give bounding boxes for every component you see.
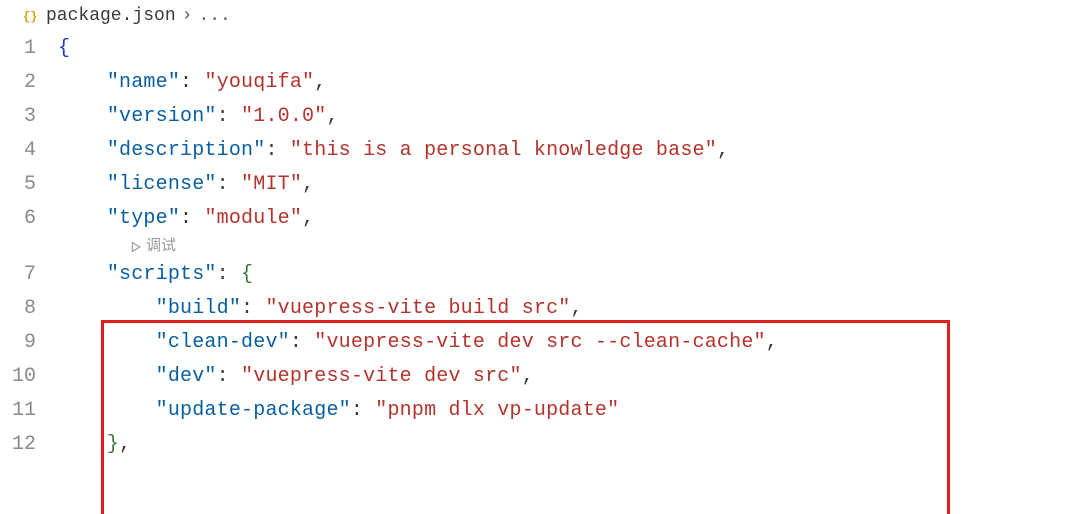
brace-open: { [58,37,70,60]
line-number: 10 [0,360,58,394]
json-key: "description" [107,139,266,162]
code-line[interactable]: 4 "description": "this is a personal kno… [0,134,1082,168]
codelens[interactable]: 调试 [0,236,1082,258]
breadcrumb-filename[interactable]: package.json [46,6,176,26]
json-key: "scripts" [107,263,217,286]
line-number: 3 [0,100,58,134]
json-key: "clean-dev" [156,331,290,354]
json-string: "pnpm dlx vp-update" [375,399,619,422]
line-number: 2 [0,66,58,100]
json-string: "1.0.0" [241,105,326,128]
code-line[interactable]: 9 "clean-dev": "vuepress-vite dev src --… [0,326,1082,360]
line-number: 4 [0,134,58,168]
json-key: "name" [107,71,180,94]
line-number: 6 [0,202,58,236]
line-number: 8 [0,292,58,326]
code-line[interactable]: 8 "build": "vuepress-vite build src", [0,292,1082,326]
json-key: "dev" [156,365,217,388]
json-string: "MIT" [241,173,302,196]
codelens-label[interactable]: 调试 [146,234,176,260]
code-line[interactable]: 11 "update-package": "pnpm dlx vp-update… [0,394,1082,428]
json-key: "license" [107,173,217,196]
json-key: "type" [107,207,180,230]
json-string: "vuepress-vite build src" [265,297,570,320]
json-file-icon: {} [22,7,40,25]
json-string: "youqifa" [204,71,314,94]
line-number: 12 [0,428,58,462]
line-number: 1 [0,32,58,66]
brace-close: } [107,433,119,456]
json-string: "vuepress-vite dev src" [241,365,522,388]
line-number: 11 [0,394,58,428]
brace-open: { [241,263,253,286]
code-line[interactable]: 10 "dev": "vuepress-vite dev src", [0,360,1082,394]
json-key: "build" [156,297,241,320]
svg-text:{}: {} [23,10,37,24]
json-string: "this is a personal knowledge base" [290,139,717,162]
code-editor[interactable]: 1 { 2 "name": "youqifa", 3 "version": "1… [0,32,1082,462]
code-line[interactable]: 6 "type": "module", [0,202,1082,236]
code-line[interactable]: 7 "scripts": { [0,258,1082,292]
json-string: "module" [204,207,302,230]
breadcrumb[interactable]: {} package.json › ... [0,0,1082,32]
line-number: 9 [0,326,58,360]
code-line[interactable]: 3 "version": "1.0.0", [0,100,1082,134]
line-number: 7 [0,258,58,292]
json-key: "update-package" [156,399,351,422]
chevron-right-icon: › [182,6,193,26]
code-line[interactable]: 12 }, [0,428,1082,462]
play-icon [130,241,142,253]
json-key: "version" [107,105,217,128]
breadcrumb-ellipsis[interactable]: ... [198,6,230,26]
code-line[interactable]: 5 "license": "MIT", [0,168,1082,202]
json-string: "vuepress-vite dev src --clean-cache" [314,331,765,354]
code-line[interactable]: 2 "name": "youqifa", [0,66,1082,100]
line-number: 5 [0,168,58,202]
code-line[interactable]: 1 { [0,32,1082,66]
